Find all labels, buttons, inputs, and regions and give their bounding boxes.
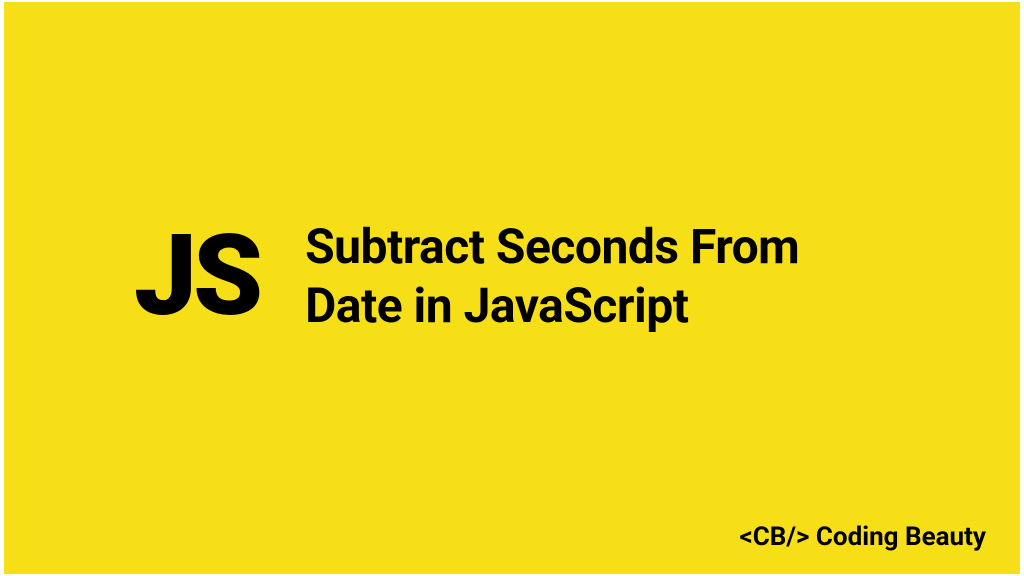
content-row: JS Subtract Seconds From Date in JavaScr… — [134, 218, 799, 335]
brand-footer: <CB/> Coding Beauty — [740, 522, 987, 552]
title-line-2: Date in JavaScript — [305, 277, 799, 336]
brand-name: Coding Beauty — [816, 522, 986, 552]
js-logo: JS — [134, 221, 259, 333]
thumbnail-inner: JS Subtract Seconds From Date in JavaScr… — [4, 2, 1020, 574]
thumbnail-card: JS Subtract Seconds From Date in JavaScr… — [0, 0, 1024, 576]
article-title: Subtract Seconds From Date in JavaScript — [305, 218, 799, 335]
title-line-1: Subtract Seconds From — [305, 218, 799, 277]
brand-tag: <CB/> — [740, 522, 810, 552]
